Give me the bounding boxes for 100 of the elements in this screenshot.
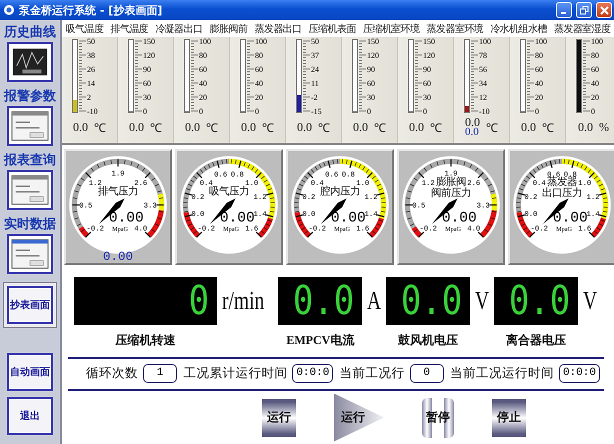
maximize-button[interactable] (576, 2, 592, 18)
unit-label: r/min (222, 286, 264, 316)
thumbnail-button[interactable] (7, 42, 53, 82)
unit-label: ℃ (94, 120, 106, 136)
scale-label: 50 (87, 37, 95, 46)
sidebar-button[interactable]: 自动画面 (7, 353, 53, 391)
counter-label: 当前工况运行时间 (450, 364, 554, 382)
scale-label: 0 (423, 107, 427, 115)
gauge-reading: 0.00 (442, 210, 477, 227)
scale-label: 0 (143, 107, 147, 115)
scale-label: 40 (591, 79, 599, 88)
scale-label: 60 (143, 79, 151, 88)
sensor-reading: 0.0 (73, 120, 88, 134)
scale-label: 60 (199, 65, 207, 74)
sensor-reading: 0.0 (578, 120, 593, 134)
counter-field: 0 (410, 364, 444, 382)
scale-label: 14 (87, 79, 95, 88)
window-preview-icon (11, 174, 49, 206)
scale-label: 60 (367, 79, 375, 88)
display-label: 离合器电压 (504, 332, 567, 349)
sensor-label: 膨胀阀前 (210, 22, 248, 36)
thermometer-scale-drawing (302, 40, 310, 112)
gauge-title: 排气压力 (98, 186, 138, 198)
close-button[interactable] (596, 2, 612, 18)
unit-label: V (582, 286, 597, 316)
scale-label: 60 (255, 65, 263, 74)
sensor-label: 蒸发器室湿度 (554, 22, 610, 36)
thumbnail-button[interactable] (7, 106, 53, 146)
sensor-label: 冷凝器出口 (155, 22, 202, 36)
app-icon (3, 4, 15, 16)
sensor-label: 蒸发器出口 (254, 22, 302, 36)
scale-label: 60 (591, 65, 599, 74)
secondary-reading: 0.0 (465, 127, 479, 137)
minimize-button[interactable] (556, 2, 572, 18)
scale-label: 30 (367, 93, 375, 102)
window-preview-icon (11, 46, 49, 78)
gauge-reading: 0.00 (108, 210, 144, 227)
scale-label: 80 (199, 51, 207, 60)
thermometer-scale-drawing (526, 40, 534, 112)
scale-label: 20 (535, 93, 543, 102)
scale-label: 38 (87, 51, 95, 60)
counter-label: 当前工况行 (340, 364, 405, 382)
unit-label: ℃ (318, 120, 330, 136)
scale-label: 120 (367, 51, 379, 60)
scale-label: -10 (87, 107, 98, 115)
display-label: 压缩机转速 (114, 332, 176, 349)
display-label: 鼓风机电压 (397, 332, 460, 349)
unit-label: V (475, 286, 490, 316)
digital-display: 0 (74, 277, 217, 325)
window-preview-icon (11, 238, 49, 270)
scale-label: 2 (87, 93, 91, 102)
control-button[interactable]: 停止 (492, 398, 526, 436)
sensor-label: 压缩机表面 (308, 22, 356, 36)
scale-label: 80 (255, 51, 263, 60)
scale-label: -10 (479, 107, 490, 115)
gauge-reading: 0.00 (220, 210, 255, 227)
sensor-label: 压缩机室环境 (363, 22, 420, 36)
scale-label: 11 (311, 79, 319, 88)
scale-label: 30 (143, 93, 151, 102)
scale-label: 90 (367, 65, 375, 74)
scale-label: 80 (535, 51, 543, 60)
gauge-reading: 0.00 (552, 210, 588, 227)
pause-button[interactable]: 暂停 (422, 398, 454, 438)
scale-label: 90 (143, 65, 151, 74)
thermometer-scale-drawing (582, 40, 590, 112)
scale-label: -15 (311, 107, 322, 115)
sensor-label: 吸气温度 (66, 22, 104, 36)
gauge-title: 腔内压力 (320, 186, 360, 198)
scale-label: -2 (311, 93, 318, 102)
scale-label: 78 (479, 51, 487, 60)
thumbnail-button[interactable] (7, 234, 53, 274)
counter-field: 0:0:0 (292, 364, 334, 382)
digital-display: 0.0 (386, 277, 470, 325)
scale-label: 56 (479, 65, 487, 74)
unit-label: % (599, 120, 609, 134)
scale-label: 120 (143, 51, 155, 60)
digital-display: 0.0 (494, 277, 578, 325)
sensor-reading: 0.0 (353, 120, 368, 134)
counter-field: 0:0:0 (558, 364, 600, 382)
sensor-label: 排气温度 (110, 22, 148, 36)
unit-label: ℃ (374, 120, 386, 136)
sensor-reading: 0.0 (521, 120, 536, 134)
sidebar-label: 报表查询 (4, 152, 56, 168)
control-button[interactable]: 运行 (262, 398, 296, 436)
sensor-label: 蒸发器室环境 (426, 22, 484, 36)
run-arrow-button[interactable]: 运行 (334, 394, 384, 442)
sidebar-button[interactable]: 退出 (7, 397, 53, 435)
sidebar-label: 报警参数 (4, 88, 56, 104)
unit-label: ℃ (262, 120, 274, 136)
window-title: 泵金桥运行系统 - [抄表画面] (19, 2, 164, 18)
thumbnail-button[interactable] (7, 170, 53, 210)
scale-label: 150 (143, 37, 155, 46)
counter-label: 工况累计运行时间 (183, 364, 288, 382)
scale-label: 40 (255, 79, 263, 88)
scale-label: 30 (423, 93, 431, 102)
scale-label: 26 (87, 65, 95, 74)
scale-label: 12 (479, 93, 487, 102)
scale-label: 60 (423, 79, 431, 88)
unit-label: ℃ (486, 120, 498, 136)
unit-label: A (367, 286, 382, 316)
